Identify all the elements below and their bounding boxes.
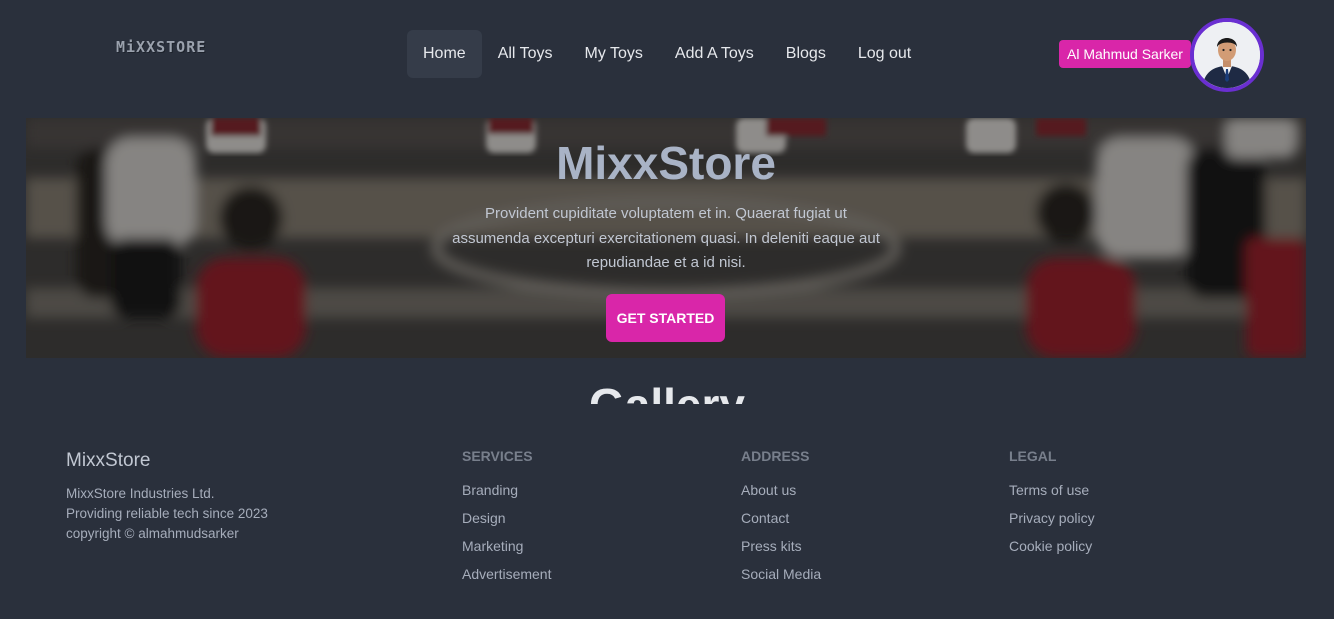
nav-menu: Home All Toys My Toys Add A Toys Blogs L…	[407, 30, 927, 78]
footer-link-cookie[interactable]: Cookie policy	[1009, 538, 1095, 566]
site-logo[interactable]: MiXXSTORE	[116, 38, 206, 56]
user-name-badge: Al Mahmud Sarker	[1059, 40, 1191, 68]
footer-link-about-us[interactable]: About us	[741, 482, 821, 510]
footer-desc-line: MixxStore Industries Ltd.	[66, 486, 215, 501]
user-avatar[interactable]	[1190, 18, 1264, 92]
nav-logout[interactable]: Log out	[842, 30, 927, 78]
nav-home[interactable]: Home	[407, 30, 482, 78]
avatar-portrait-icon	[1194, 22, 1260, 88]
footer-link-privacy[interactable]: Privacy policy	[1009, 510, 1095, 538]
footer-col-legal: LEGAL Terms of use Privacy policy Cookie…	[1009, 448, 1095, 566]
footer-link-contact[interactable]: Contact	[741, 510, 821, 538]
footer-link-advertisement[interactable]: Advertisement	[462, 566, 551, 594]
hero-banner: MixxStore Provident cupiditate voluptate…	[26, 118, 1306, 358]
footer-col-title: LEGAL	[1009, 448, 1057, 464]
nav-all-toys[interactable]: All Toys	[482, 30, 569, 78]
footer-desc-line: Providing reliable tech since 2023	[66, 506, 268, 521]
footer-col-title: ADDRESS	[741, 448, 810, 464]
footer-link-terms[interactable]: Terms of use	[1009, 482, 1095, 510]
get-started-button[interactable]: GET STARTED	[606, 294, 725, 342]
hero-content: MixxStore Provident cupiditate voluptate…	[26, 118, 1306, 358]
footer-link-press-kits[interactable]: Press kits	[741, 538, 821, 566]
footer-col-services: SERVICES Branding Design Marketing Adver…	[462, 448, 551, 594]
navbar: MiXXSTORE Home All Toys My Toys Add A To…	[0, 0, 1334, 110]
gallery-heading: Gallery	[0, 378, 1334, 404]
footer-link-design[interactable]: Design	[462, 510, 551, 538]
nav-my-toys[interactable]: My Toys	[569, 30, 659, 78]
nav-add-toys[interactable]: Add A Toys	[659, 30, 770, 78]
footer-link-branding[interactable]: Branding	[462, 482, 551, 510]
footer-desc-line: copyright © almahmudsarker	[66, 526, 239, 541]
page: MiXXSTORE Home All Toys My Toys Add A To…	[0, 0, 1334, 619]
footer-description: MixxStore Industries Ltd. Providing reli…	[66, 484, 268, 544]
nav-blogs[interactable]: Blogs	[770, 30, 842, 78]
footer: MixxStore MixxStore Industries Ltd. Prov…	[26, 404, 1306, 619]
gallery-section: Gallery	[0, 358, 1334, 404]
footer-link-social-media[interactable]: Social Media	[741, 566, 821, 594]
footer-link-marketing[interactable]: Marketing	[462, 538, 551, 566]
footer-col-title: SERVICES	[462, 448, 533, 464]
hero-title: MixxStore	[556, 137, 776, 189]
footer-brand: MixxStore	[66, 450, 151, 471]
hero-description: Provident cupiditate voluptatem et in. Q…	[452, 205, 880, 271]
footer-col-address: ADDRESS About us Contact Press kits Soci…	[741, 448, 821, 594]
